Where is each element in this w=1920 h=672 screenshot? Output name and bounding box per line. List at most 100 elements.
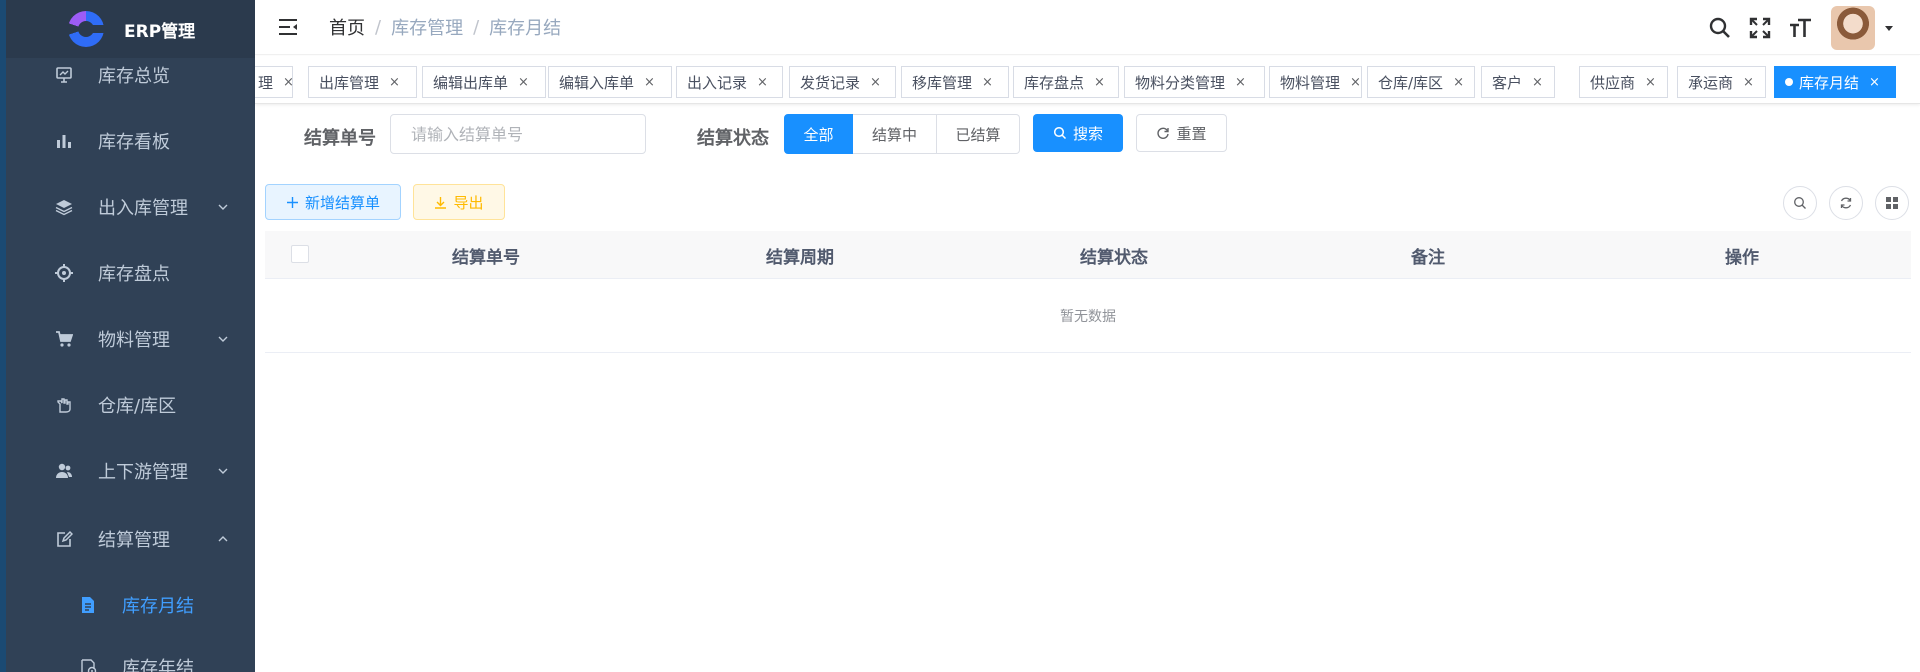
breadcrumb-current: 库存月结 bbox=[489, 18, 562, 39]
tag-label: 客户 bbox=[1492, 73, 1523, 92]
empty-text: 暂无数据 bbox=[1060, 308, 1116, 325]
download-icon bbox=[435, 196, 447, 209]
settlement-table: 结算单号 结算周期 结算状态 备注 操作 暂无数据 bbox=[265, 231, 1911, 353]
tag-item[interactable]: 出库管理 × bbox=[308, 66, 417, 98]
column-header-actions: 操作 bbox=[1725, 247, 1759, 268]
add-settlement-button[interactable]: 新增结算单 bbox=[265, 184, 401, 220]
sidebar-item-material-management[interactable]: 物料管理 bbox=[6, 306, 255, 372]
tag-label: 出入记录 bbox=[687, 73, 748, 92]
avatar[interactable] bbox=[1831, 5, 1875, 50]
close-icon[interactable]: × bbox=[1869, 75, 1880, 90]
sidebar: ERP管理 库存总览 库存看板 出入库管理 库存盘点 物料管理 仓库/库区 上下… bbox=[6, 0, 255, 672]
sidebar-item-annual-close[interactable]: 库存年结 bbox=[6, 636, 255, 672]
close-icon[interactable]: × bbox=[757, 75, 768, 90]
grid-icon bbox=[1886, 197, 1898, 209]
close-icon[interactable]: × bbox=[1350, 75, 1361, 90]
tag-item[interactable]: 出入记录 × bbox=[676, 66, 783, 98]
close-icon[interactable]: × bbox=[870, 75, 881, 90]
search-icon[interactable] bbox=[1707, 15, 1733, 41]
close-icon[interactable]: × bbox=[982, 75, 993, 90]
sidebar-item-label: 库存看板 bbox=[98, 132, 170, 153]
breadcrumb: 首页 / 库存管理 / 库存月结 bbox=[329, 14, 561, 40]
caret-down-icon[interactable] bbox=[1883, 22, 1895, 34]
tag-item[interactable]: 供应商 × bbox=[1579, 66, 1668, 98]
sidebar-item-monthly-close[interactable]: 库存月结 bbox=[6, 574, 255, 636]
sidebar-item-partner-management[interactable]: 上下游管理 bbox=[6, 438, 255, 504]
tag-item[interactable]: 编辑入库单 × bbox=[548, 66, 672, 98]
columns-button[interactable] bbox=[1875, 186, 1909, 220]
breadcrumb-home[interactable]: 首页 bbox=[329, 14, 365, 40]
tag-item[interactable]: 库存盘点 × bbox=[1013, 66, 1119, 98]
sidebar-item-label: 库存月结 bbox=[122, 596, 194, 617]
column-header-period: 结算周期 bbox=[766, 247, 834, 268]
tag-item[interactable]: 物料分类管理 × bbox=[1124, 66, 1265, 98]
navbar-actions bbox=[1693, 0, 1895, 55]
status-option-settling[interactable]: 结算中 bbox=[853, 114, 937, 154]
close-icon[interactable]: × bbox=[389, 75, 400, 90]
close-icon[interactable]: × bbox=[1235, 75, 1246, 90]
search-button[interactable]: 搜索 bbox=[1033, 114, 1123, 152]
status-option-settled[interactable]: 已结算 bbox=[937, 114, 1020, 154]
chevron-down-icon bbox=[218, 204, 228, 210]
tag-label: 理 bbox=[258, 73, 274, 92]
close-icon[interactable]: × bbox=[283, 75, 294, 90]
tag-label: 供应商 bbox=[1590, 73, 1636, 92]
reset-button[interactable]: 重置 bbox=[1136, 114, 1227, 152]
sidebar-item-label: 上下游管理 bbox=[98, 462, 188, 483]
tag-item[interactable]: 发货记录 × bbox=[789, 66, 896, 98]
logo-area[interactable]: ERP管理 bbox=[6, 0, 255, 58]
sidebar-menu: 库存总览 库存看板 出入库管理 库存盘点 物料管理 仓库/库区 上下游管理 结算… bbox=[6, 42, 255, 672]
search-icon bbox=[1053, 126, 1067, 140]
active-dot-icon bbox=[1785, 78, 1793, 86]
close-icon[interactable]: × bbox=[518, 75, 529, 90]
document-icon bbox=[78, 595, 98, 615]
export-button[interactable]: 导出 bbox=[413, 184, 505, 220]
sidebar-item-label: 物料管理 bbox=[98, 330, 170, 351]
tag-item[interactable]: 物料管理 × bbox=[1269, 66, 1362, 98]
column-header-status: 结算状态 bbox=[1080, 247, 1148, 268]
tag-item[interactable]: 仓库/库区 × bbox=[1367, 66, 1475, 98]
sidebar-item-label: 出入库管理 bbox=[98, 198, 188, 219]
people-icon bbox=[54, 461, 74, 481]
navbar: 首页 / 库存管理 / 库存月结 bbox=[255, 0, 1920, 55]
tag-label: 承运商 bbox=[1688, 73, 1734, 92]
status-radio-group: 全部 结算中 已结算 bbox=[784, 114, 1020, 154]
sidebar-item-stocktaking[interactable]: 库存盘点 bbox=[6, 240, 255, 306]
status-label: 结算状态 bbox=[697, 128, 769, 149]
sidebar-item-in-out-management[interactable]: 出入库管理 bbox=[6, 174, 255, 240]
tag-item-active[interactable]: 库存月结 × bbox=[1774, 66, 1896, 98]
toggle-search-button[interactable] bbox=[1783, 186, 1817, 220]
tag-item[interactable]: 客户 × bbox=[1481, 66, 1555, 98]
search-form: 结算单号 结算状态 全部 结算中 已结算 搜索 重置 bbox=[255, 112, 1920, 158]
close-icon[interactable]: × bbox=[1532, 75, 1543, 90]
search-icon bbox=[1794, 197, 1806, 209]
fullscreen-icon[interactable] bbox=[1747, 15, 1773, 41]
menu-fold-icon[interactable] bbox=[277, 16, 299, 38]
tag-label: 物料分类管理 bbox=[1135, 73, 1226, 92]
close-icon[interactable]: × bbox=[1743, 75, 1754, 90]
sidebar-item-settlement-management[interactable]: 结算管理 bbox=[6, 504, 255, 574]
tag-item[interactable]: 编辑出库单 × bbox=[422, 66, 546, 98]
tag-item[interactable]: 理 × bbox=[255, 66, 294, 98]
close-icon[interactable]: × bbox=[1453, 75, 1464, 90]
sidebar-item-inventory-board[interactable]: 库存看板 bbox=[6, 108, 255, 174]
tag-label: 编辑入库单 bbox=[559, 73, 635, 92]
tag-item[interactable]: 承运商 × bbox=[1677, 66, 1766, 98]
close-icon[interactable]: × bbox=[1094, 75, 1105, 90]
layers-icon bbox=[54, 197, 74, 217]
sidebar-item-label: 库存年结 bbox=[122, 658, 194, 672]
breadcrumb-separator: / bbox=[473, 16, 480, 38]
close-icon[interactable]: × bbox=[1645, 75, 1656, 90]
tag-label: 库存月结 bbox=[1799, 73, 1860, 92]
plus-icon bbox=[286, 196, 298, 208]
settle-no-input[interactable] bbox=[390, 114, 646, 154]
refresh-button[interactable] bbox=[1829, 186, 1863, 220]
edit-icon bbox=[54, 529, 74, 549]
close-icon[interactable]: × bbox=[644, 75, 655, 90]
monitor-icon bbox=[54, 65, 74, 85]
tag-item[interactable]: 移库管理 × bbox=[901, 66, 1009, 98]
font-size-icon[interactable] bbox=[1787, 15, 1813, 41]
sidebar-item-warehouse[interactable]: 仓库/库区 bbox=[6, 372, 255, 438]
status-option-all[interactable]: 全部 bbox=[784, 114, 853, 154]
select-all-checkbox[interactable] bbox=[291, 245, 309, 263]
